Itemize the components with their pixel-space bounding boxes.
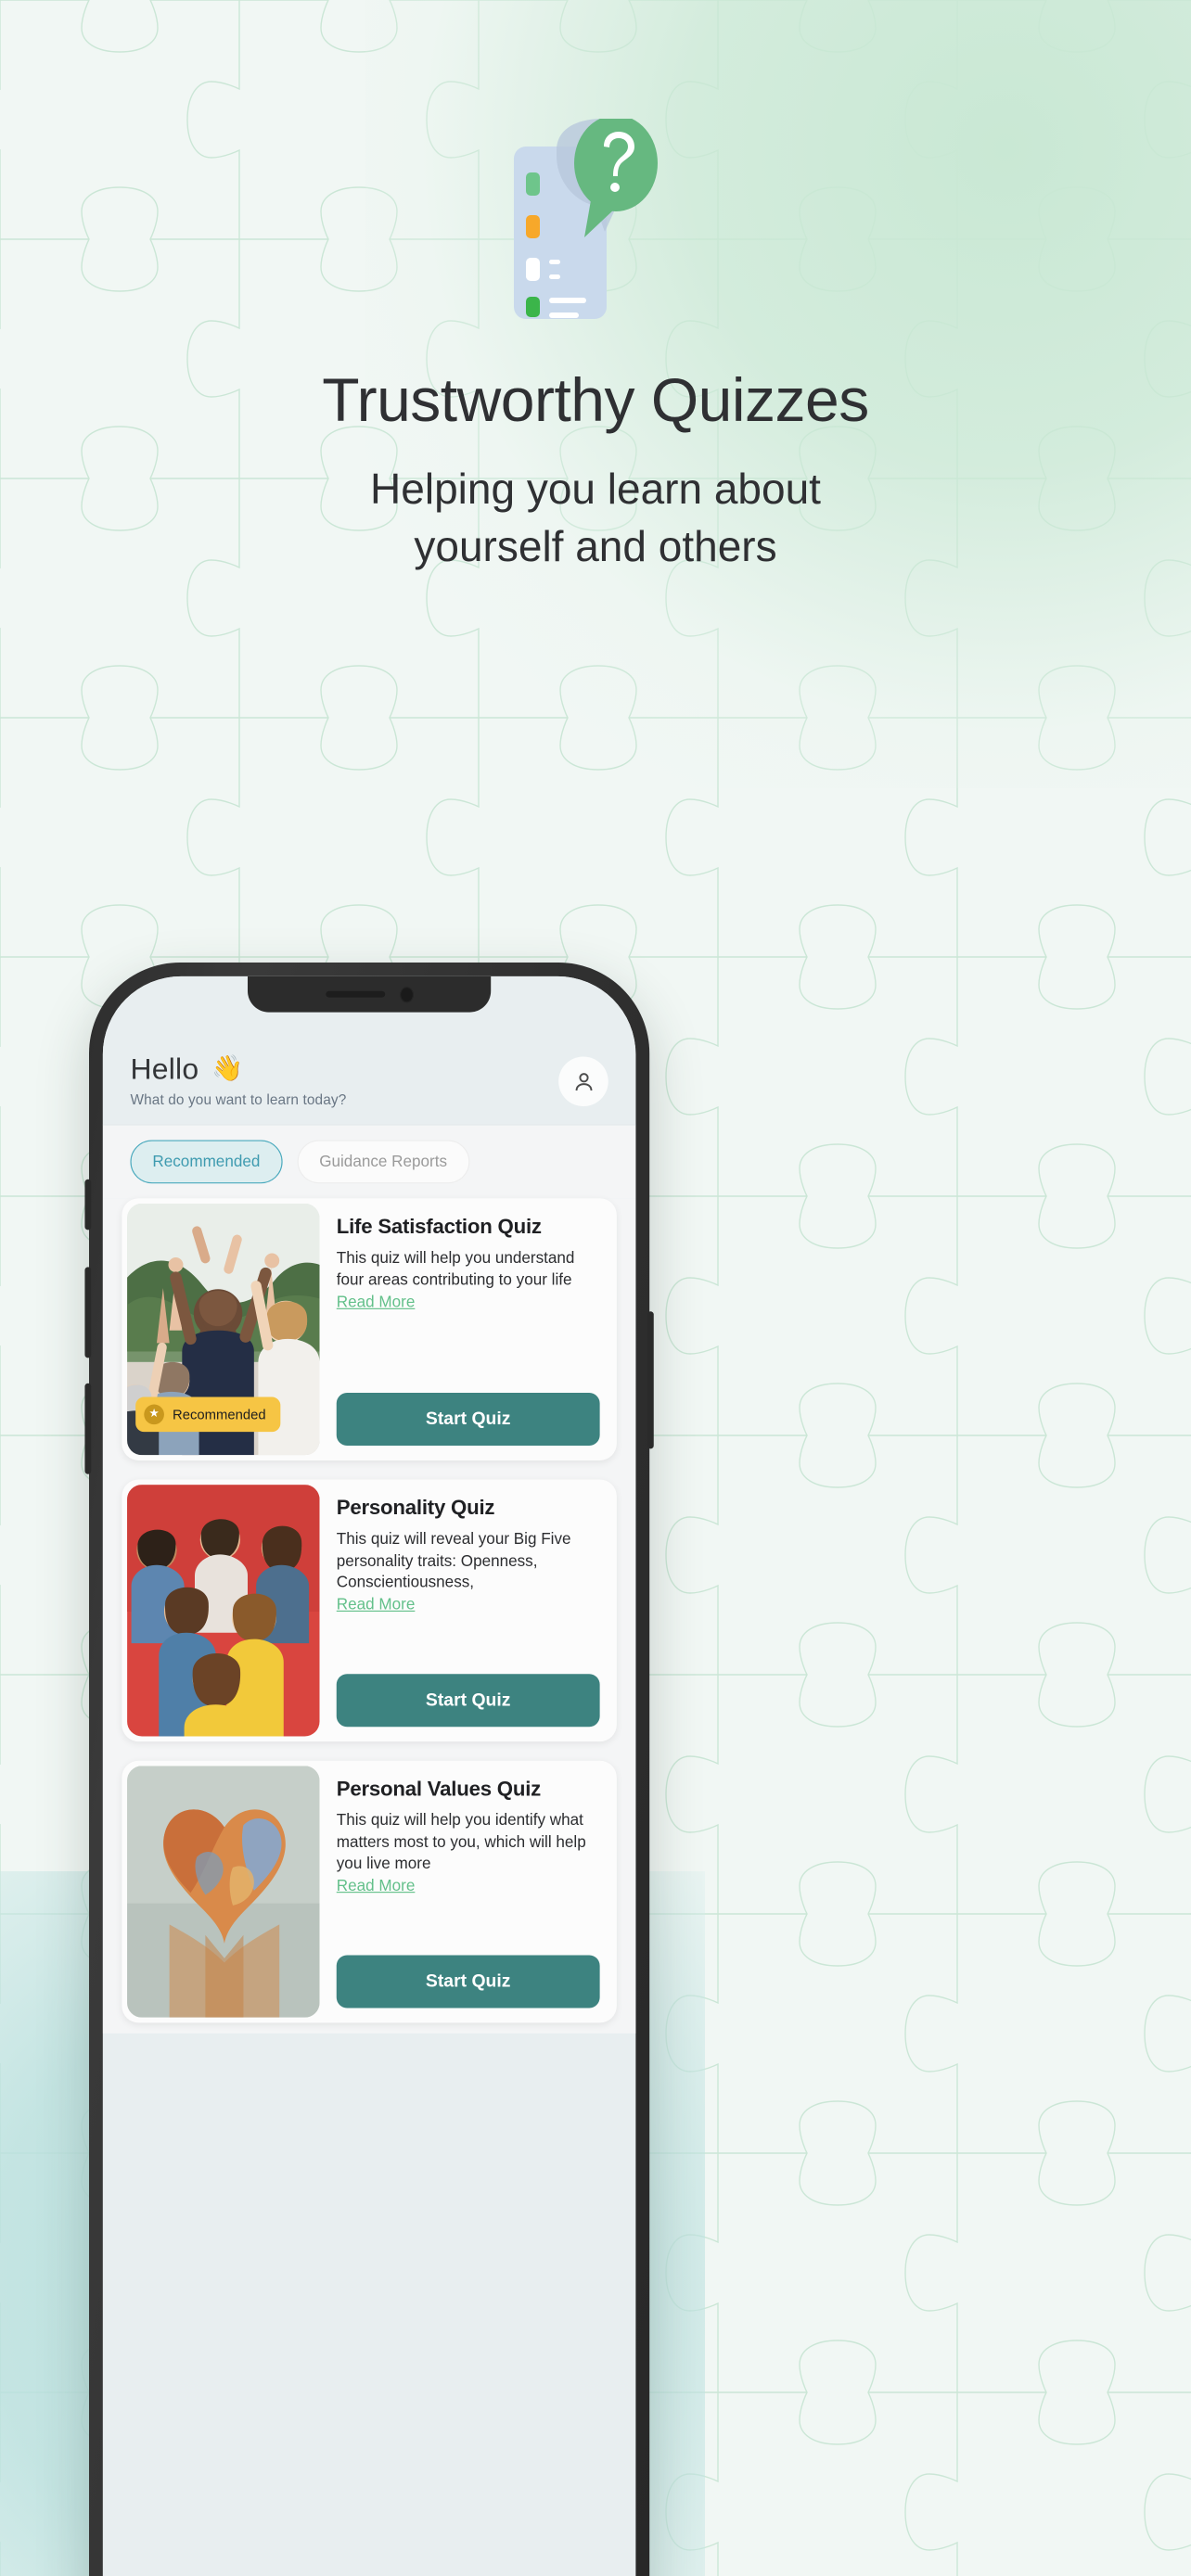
greeting-subtitle: What do you want to learn today?: [130, 1091, 347, 1108]
read-more-link[interactable]: Read More: [337, 1294, 416, 1311]
quiz-card-image: [127, 1485, 320, 1737]
recommended-badge-label: Recommended: [173, 1406, 266, 1422]
greeting-block: Hello 👋 What do you want to learn today?: [130, 1052, 346, 1107]
quiz-card-title: Life Satisfaction Quiz: [336, 1215, 542, 1239]
quiz-card-description: This quiz will help you identify what ma…: [336, 1811, 586, 1873]
greeting-text: Hello: [130, 1052, 199, 1086]
greeting-row: Hello 👋: [130, 1052, 346, 1086]
hero-subtitle-line-2: yourself and others: [414, 521, 777, 570]
quiz-card-image: [127, 1766, 320, 2018]
hands-heart-photo: [127, 1766, 320, 2018]
person-icon: [575, 1072, 592, 1090]
phone-screen: Hello 👋 What do you want to learn today?…: [102, 976, 636, 2576]
profile-avatar-button[interactable]: [558, 1056, 608, 1107]
start-quiz-button[interactable]: Start Quiz: [336, 1674, 600, 1728]
start-quiz-button[interactable]: Start Quiz: [336, 1955, 600, 2009]
phone-notch: [248, 976, 492, 1013]
category-tabs: Recommended Guidance Reports: [102, 1124, 636, 1199]
quiz-card-body: Personal Values Quiz This quiz will help…: [320, 1761, 617, 2023]
phone-power-button: [647, 1311, 654, 1449]
read-more-link[interactable]: Read More: [337, 1877, 416, 1894]
phone-mockup: Hello 👋 What do you want to learn today?…: [84, 963, 654, 2576]
waving-hand-icon: 👋: [211, 1054, 244, 1083]
friends-group-photo: [127, 1485, 320, 1737]
marketing-screenshot: Trustworthy Quizzes Helping you learn ab…: [0, 0, 1191, 2576]
phone-volume-up-button: [84, 1267, 92, 1358]
tab-guidance-reports[interactable]: Guidance Reports: [297, 1140, 469, 1184]
quiz-card-title: Personal Values Quiz: [336, 1777, 542, 1802]
quiz-card-body: Personality Quiz This quiz will reveal y…: [320, 1479, 617, 1741]
recommended-badge: ★ Recommended: [135, 1396, 281, 1433]
quiz-card[interactable]: Personality Quiz This quiz will reveal y…: [122, 1479, 617, 1742]
hero-subtitle: Helping you learn about yourself and oth…: [197, 460, 994, 575]
quiz-question-icon: [514, 115, 658, 319]
notch-camera-icon: [399, 986, 414, 1002]
hero-subtitle-line-1: Helping you learn about: [370, 464, 821, 513]
quiz-card-description: This quiz will help you understand four …: [336, 1249, 575, 1289]
start-quiz-button[interactable]: Start Quiz: [336, 1392, 600, 1446]
quiz-card[interactable]: Personal Values Quiz This quiz will help…: [122, 1760, 617, 2023]
quiz-card-title: Personality Quiz: [336, 1496, 495, 1520]
read-more-link[interactable]: Read More: [337, 1596, 416, 1613]
phone-volume-down-button: [84, 1383, 92, 1474]
notch-speaker: [325, 990, 385, 998]
quiz-card[interactable]: ★ Recommended Life Satisfaction Quiz Thi…: [122, 1198, 617, 1460]
quiz-card-image: ★ Recommended: [127, 1203, 320, 1456]
tab-recommended[interactable]: Recommended: [130, 1140, 283, 1184]
quiz-card-list: ★ Recommended Life Satisfaction Quiz Thi…: [102, 1198, 636, 2034]
quiz-card-description: This quiz will reveal your Big Five pers…: [336, 1530, 571, 1592]
star-icon: ★: [144, 1404, 164, 1425]
phone-mute-switch: [84, 1179, 92, 1231]
hero-section: Trustworthy Quizzes Helping you learn ab…: [0, 0, 1191, 575]
hero-title: Trustworthy Quizzes: [322, 365, 869, 434]
quiz-card-body: Life Satisfaction Quiz This quiz will he…: [320, 1198, 617, 1460]
